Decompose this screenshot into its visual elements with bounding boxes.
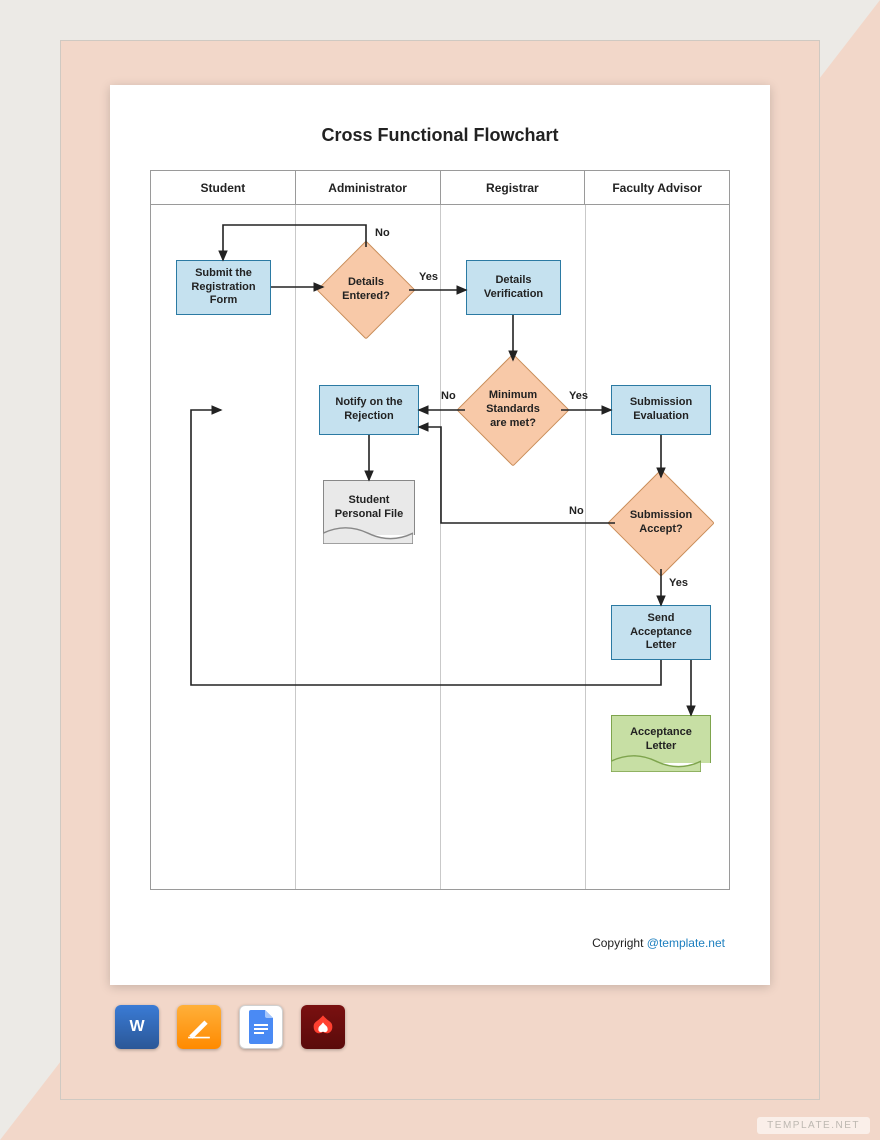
pdf-icon[interactable] <box>301 1005 345 1049</box>
node-acceptance-letter: Acceptance Letter <box>611 715 711 763</box>
node-submission-accept: Submission Accept? <box>623 485 699 561</box>
node-student-personal-file: Student Personal File <box>323 480 415 535</box>
lane-header-faculty-advisor: Faculty Advisor <box>585 171 729 204</box>
node-minimum-standards-label: Minimum Standards are met? <box>473 389 553 430</box>
node-submission-evaluation: Submission Evaluation <box>611 385 711 435</box>
lane-headers: Student Administrator Registrar Faculty … <box>151 171 729 205</box>
node-details-entered: Details Entered? <box>331 255 401 325</box>
pages-icon[interactable] <box>177 1005 221 1049</box>
edge-label-entered-yes: Yes <box>419 271 438 283</box>
node-submit-registration: Submit the Registration Form <box>176 260 271 315</box>
edge-label-accept-no: No <box>569 505 584 517</box>
swimlane-chart: Student Administrator Registrar Faculty … <box>150 170 730 890</box>
google-docs-icon[interactable] <box>239 1005 283 1049</box>
lane-header-administrator: Administrator <box>296 171 441 204</box>
page-title: Cross Functional Flowchart <box>110 125 770 146</box>
document-page: Cross Functional Flowchart Student Admin… <box>110 85 770 985</box>
copyright-link[interactable]: @template.net <box>647 936 725 950</box>
edge-label-entered-no: No <box>375 227 390 239</box>
lane-header-registrar: Registrar <box>441 171 586 204</box>
lane-header-student: Student <box>151 171 296 204</box>
lanes-body: Submit the Registration Form Details Ent… <box>151 205 729 889</box>
node-student-personal-file-label: Student Personal File <box>328 494 410 522</box>
node-details-entered-label: Details Entered? <box>331 276 401 304</box>
watermark: TEMPLATE.NET <box>757 1117 870 1134</box>
edge-label-standards-no: No <box>441 390 456 402</box>
node-minimum-standards: Minimum Standards are met? <box>473 370 553 450</box>
copyright-label: Copyright <box>592 936 647 950</box>
node-notify-rejection: Notify on the Rejection <box>319 385 419 435</box>
edge-label-standards-yes: Yes <box>569 390 588 402</box>
node-submission-accept-label: Submission Accept? <box>623 509 699 537</box>
format-icon-row: W <box>115 1005 345 1049</box>
node-acceptance-letter-label: Acceptance Letter <box>616 726 706 754</box>
copyright-line: Copyright @template.net <box>592 936 725 950</box>
word-icon[interactable]: W <box>115 1005 159 1049</box>
node-send-acceptance-letter: Send Acceptance Letter <box>611 605 711 660</box>
edge-label-accept-yes: Yes <box>669 577 688 589</box>
node-details-verification: Details Verification <box>466 260 561 315</box>
